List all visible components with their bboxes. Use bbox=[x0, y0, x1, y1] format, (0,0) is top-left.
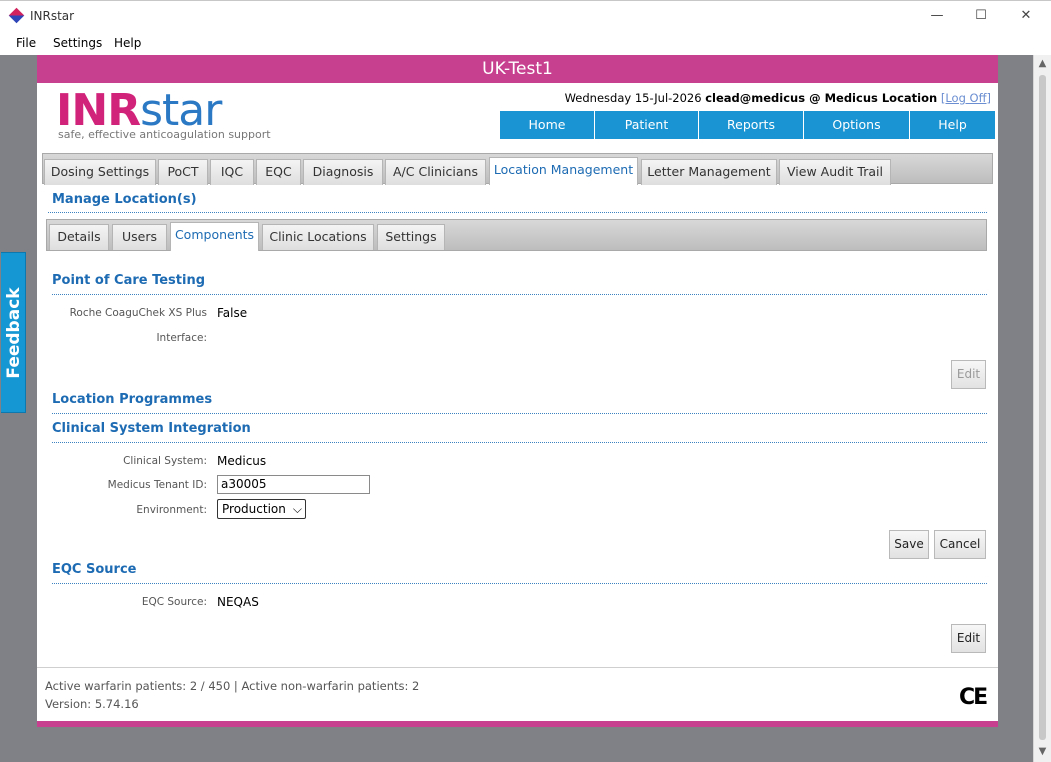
interface-label: Interface: bbox=[156, 332, 207, 344]
feedback-button[interactable]: Feedback bbox=[1, 252, 26, 413]
version-text: Version: 5.74.16 bbox=[45, 697, 139, 711]
nav-options[interactable]: Options bbox=[804, 111, 910, 139]
scroll-up-icon[interactable]: ▲ bbox=[1034, 57, 1051, 71]
tab-view-audit-trail[interactable]: View Audit Trail bbox=[779, 159, 891, 185]
bottom-bar bbox=[37, 721, 998, 727]
save-button[interactable]: Save bbox=[889, 530, 929, 559]
environment-value: Production bbox=[222, 502, 286, 516]
csi-title: Clinical System Integration bbox=[52, 421, 251, 436]
window-title: INRstar bbox=[30, 9, 75, 23]
environment-label: Environment: bbox=[136, 504, 207, 516]
ce-mark-icon: CE bbox=[959, 685, 988, 710]
divider bbox=[48, 212, 987, 213]
app-icon bbox=[8, 7, 25, 24]
menu-file[interactable]: File bbox=[16, 36, 36, 50]
tab-ac-clinicians[interactable]: A/C Clinicians bbox=[385, 159, 486, 185]
user-account: clead@medicus @ Medicus Location bbox=[705, 91, 938, 105]
feedback-label: Feedback bbox=[4, 287, 24, 379]
current-date: Wednesday 15-Jul-2026 bbox=[564, 91, 702, 105]
divider bbox=[52, 294, 987, 295]
footer-divider bbox=[37, 667, 998, 668]
manage-locations-title: Manage Location(s) bbox=[52, 192, 197, 207]
close-button[interactable]: ✕ bbox=[1014, 6, 1038, 26]
tab-dosing-settings[interactable]: Dosing Settings bbox=[44, 159, 156, 185]
chevron-down-icon: ⌵ bbox=[292, 502, 302, 516]
tab-diagnosis[interactable]: Diagnosis bbox=[303, 159, 383, 185]
subtab-components[interactable]: Components bbox=[170, 222, 259, 251]
eqc-source-title: EQC Source bbox=[52, 562, 137, 577]
window-titlebar: INRstar — ☐ ✕ bbox=[0, 0, 1051, 31]
nav-help[interactable]: Help bbox=[910, 111, 996, 139]
tab-location-management[interactable]: Location Management bbox=[489, 157, 638, 185]
tenant-id-label: Medicus Tenant ID: bbox=[107, 479, 207, 491]
main-tabbar: Dosing Settings PoCT IQC EQC Diagnosis A… bbox=[42, 153, 993, 185]
menu-bar: File Settings Help bbox=[0, 31, 1051, 55]
subtab-details[interactable]: Details bbox=[49, 224, 109, 250]
subtab-settings[interactable]: Settings bbox=[377, 224, 445, 250]
subtab-users[interactable]: Users bbox=[112, 224, 167, 250]
location-programmes-title: Location Programmes bbox=[52, 392, 213, 407]
divider bbox=[52, 583, 987, 584]
menu-help[interactable]: Help bbox=[114, 36, 141, 50]
poct-title: Point of Care Testing bbox=[52, 273, 206, 288]
subtab-clinic-locations[interactable]: Clinic Locations bbox=[262, 224, 374, 250]
divider bbox=[52, 442, 987, 443]
scroll-thumb[interactable] bbox=[1039, 75, 1046, 740]
clinical-system-label: Clinical System: bbox=[123, 455, 207, 467]
logo-tagline: safe, effective anticoagulation support bbox=[58, 128, 271, 141]
environment-select[interactable]: Production ⌵ bbox=[217, 499, 306, 519]
tab-letter-management[interactable]: Letter Management bbox=[641, 159, 777, 185]
eqc-edit-button[interactable]: Edit bbox=[951, 624, 986, 653]
tab-eqc[interactable]: EQC bbox=[256, 159, 301, 185]
location-banner: UK-Test1 bbox=[37, 55, 998, 83]
cancel-button[interactable]: Cancel bbox=[934, 530, 986, 559]
vertical-scrollbar[interactable]: ▲ ▼ bbox=[1033, 55, 1051, 762]
logoff-link[interactable]: [Log Off] bbox=[941, 91, 991, 105]
poct-edit-button[interactable]: Edit bbox=[951, 360, 986, 389]
roche-label: Roche CoaguChek XS Plus bbox=[69, 307, 207, 319]
maximize-button[interactable]: ☐ bbox=[969, 6, 993, 26]
tenant-id-input[interactable]: a30005 bbox=[217, 475, 370, 494]
nav-patient[interactable]: Patient bbox=[595, 111, 699, 139]
nav-home[interactable]: Home bbox=[500, 111, 595, 139]
eqc-source-label: EQC Source: bbox=[141, 596, 207, 608]
scroll-down-icon[interactable]: ▼ bbox=[1034, 745, 1051, 759]
user-info: Wednesday 15-Jul-2026 clead@medicus @ Me… bbox=[565, 91, 991, 105]
patient-counts: Active warfarin patients: 2 / 450 | Acti… bbox=[45, 679, 420, 693]
eqc-source-value: NEQAS bbox=[217, 595, 259, 609]
roche-value: False bbox=[217, 306, 248, 320]
sub-tabbar: Details Users Components Clinic Location… bbox=[46, 219, 987, 251]
clinical-system-value: Medicus bbox=[217, 454, 267, 468]
app-page: UK-Test1 INRstar safe, effective anticoa… bbox=[37, 55, 998, 727]
nav-reports[interactable]: Reports bbox=[699, 111, 804, 139]
minimize-button[interactable]: — bbox=[925, 6, 949, 26]
tab-poct[interactable]: PoCT bbox=[158, 159, 208, 185]
divider bbox=[52, 413, 987, 414]
menu-settings[interactable]: Settings bbox=[53, 36, 102, 50]
tab-iqc[interactable]: IQC bbox=[210, 159, 254, 185]
